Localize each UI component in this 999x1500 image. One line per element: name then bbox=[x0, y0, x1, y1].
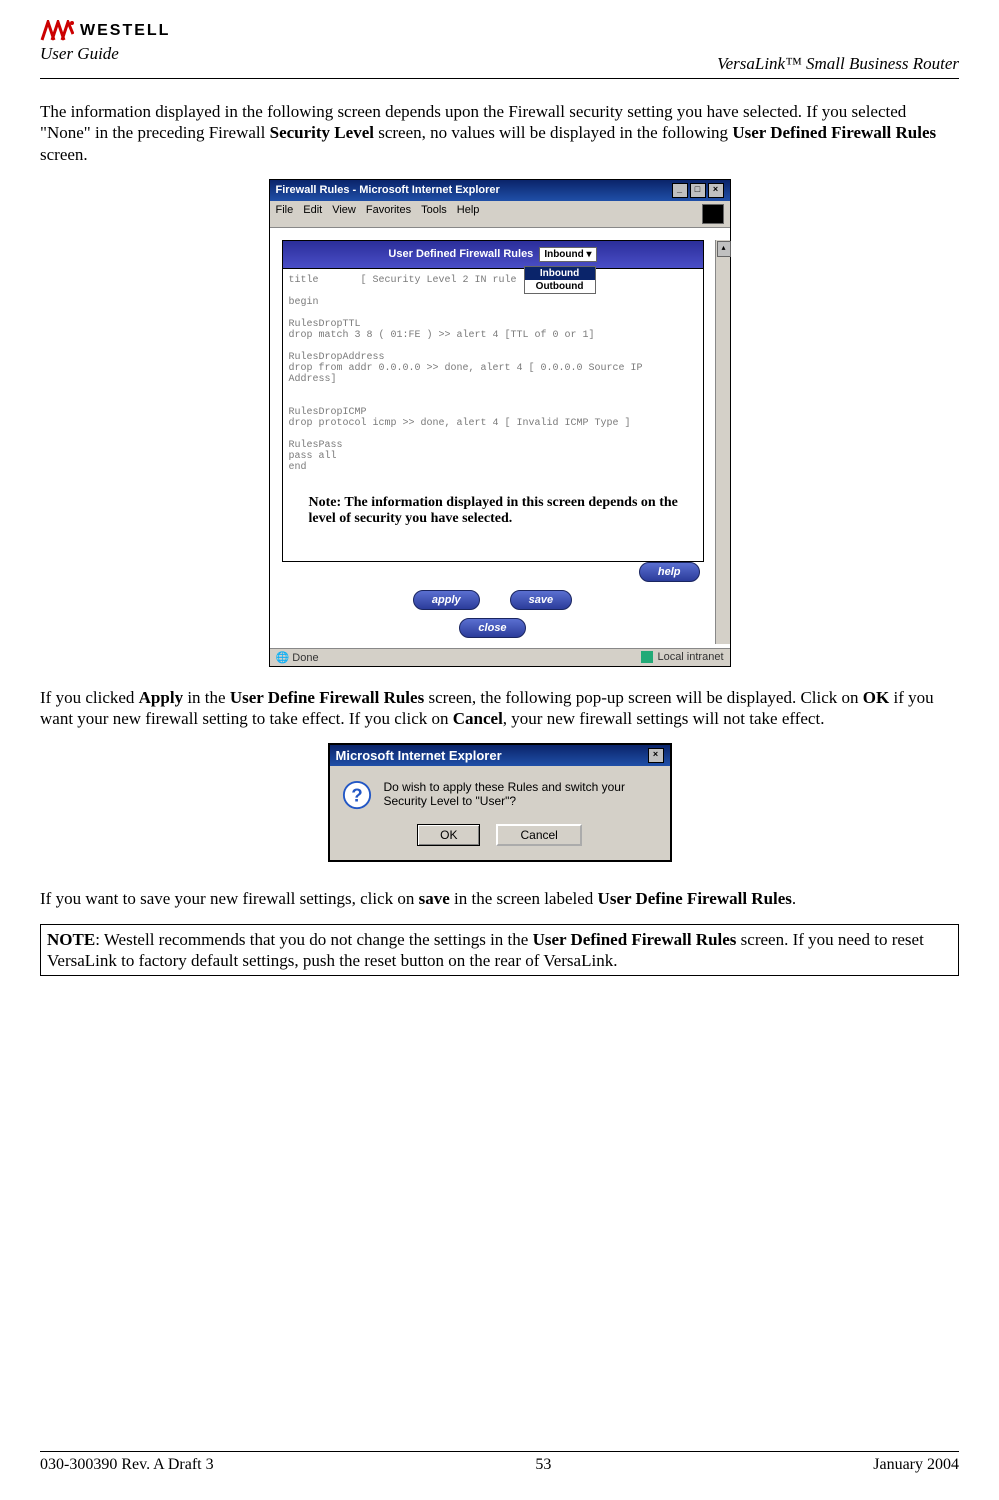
page-header: WESTELL User Guide VersaLink™ Small Busi… bbox=[40, 20, 959, 79]
close-icon[interactable]: × bbox=[708, 183, 724, 198]
window-title: Firewall Rules - Microsoft Internet Expl… bbox=[276, 184, 500, 196]
status-bar: 🌐 Done Local intranet bbox=[270, 648, 730, 666]
save-paragraph: If you want to save your new firewall se… bbox=[40, 888, 959, 909]
rules-textarea[interactable]: title [ Security Level 2 IN rule begin R… bbox=[282, 269, 704, 562]
direction-value: Inbound bbox=[544, 249, 583, 260]
product-title: VersaLink™ Small Business Router bbox=[717, 54, 959, 74]
footer-left: 030-300390 Rev. A Draft 3 bbox=[40, 1456, 214, 1474]
text: , your new firewall settings will not ta… bbox=[503, 709, 825, 728]
menu-file[interactable]: File bbox=[276, 204, 294, 224]
text-bold: User Define Firewall Rules bbox=[230, 688, 424, 707]
close-button[interactable]: close bbox=[459, 618, 525, 638]
cancel-button[interactable]: Cancel bbox=[496, 824, 581, 846]
panel-title-text: User Defined Firewall Rules bbox=[388, 248, 533, 260]
text-bold: Security Level bbox=[270, 123, 374, 142]
text: in the bbox=[183, 688, 230, 707]
maximize-icon[interactable]: □ bbox=[690, 183, 706, 198]
svg-text:?: ? bbox=[351, 785, 362, 806]
panel-heading: User Defined Firewall Rules Inbound ▾ In… bbox=[282, 240, 704, 269]
status-left-text: Done bbox=[292, 652, 318, 664]
intro-paragraph: The information displayed in the followi… bbox=[40, 101, 959, 165]
brand-logo: WESTELL bbox=[40, 20, 170, 42]
text-bold: User Defined Firewall Rules bbox=[732, 123, 936, 142]
note-label: NOTE bbox=[47, 930, 95, 949]
direction-dropdown[interactable]: Inbound Outbound bbox=[524, 266, 596, 294]
menu-help[interactable]: Help bbox=[457, 204, 480, 224]
dialog-message: Do wish to apply these Rules and switch … bbox=[384, 780, 658, 808]
window-titlebar: Firewall Rules - Microsoft Internet Expl… bbox=[270, 180, 730, 201]
text-bold: Apply bbox=[139, 688, 183, 707]
text-bold: Cancel bbox=[453, 709, 503, 728]
ie-logo-icon bbox=[702, 204, 724, 224]
ok-button[interactable]: OK bbox=[417, 824, 480, 846]
note-overlay: Note: The information displayed in this … bbox=[309, 495, 697, 527]
dialog-titlebar: Microsoft Internet Explorer × bbox=[330, 745, 670, 766]
footer-page-number: 53 bbox=[535, 1456, 551, 1474]
direction-option-outbound[interactable]: Outbound bbox=[525, 280, 595, 293]
zone-text: Local intranet bbox=[657, 651, 723, 663]
text: in the screen labeled bbox=[450, 889, 598, 908]
apply-button[interactable]: Apply bbox=[413, 590, 480, 610]
save-button[interactable]: save bbox=[510, 590, 572, 610]
question-icon: ? bbox=[342, 780, 372, 810]
text: screen, no values will be displayed in t… bbox=[374, 123, 732, 142]
minimize-icon[interactable]: _ bbox=[672, 183, 688, 198]
page-footer: 030-300390 Rev. A Draft 3 53 January 200… bbox=[40, 1451, 959, 1474]
text-bold: save bbox=[419, 889, 450, 908]
dialog-title: Microsoft Internet Explorer bbox=[336, 748, 502, 763]
brand-name: WESTELL bbox=[80, 22, 170, 40]
zone-icon bbox=[641, 651, 653, 663]
text-bold: OK bbox=[863, 688, 889, 707]
menu-favorites[interactable]: Favorites bbox=[366, 204, 411, 224]
menu-bar: File Edit View Favorites Tools Help bbox=[270, 201, 730, 228]
text: If you want to save your new firewall se… bbox=[40, 889, 419, 908]
screenshot-confirm-dialog: Microsoft Internet Explorer × ? Do wish … bbox=[328, 743, 672, 862]
text: screen, the following pop-up screen will… bbox=[424, 688, 863, 707]
menu-view[interactable]: View bbox=[332, 204, 356, 224]
text: : Westell recommends that you do not cha… bbox=[95, 930, 532, 949]
note-box: NOTE: Westell recommends that you do not… bbox=[40, 924, 959, 977]
footer-right: January 2004 bbox=[873, 1456, 959, 1474]
text: If you clicked bbox=[40, 688, 139, 707]
menu-edit[interactable]: Edit bbox=[303, 204, 322, 224]
text: . bbox=[792, 889, 796, 908]
screenshot-firewall-rules: Firewall Rules - Microsoft Internet Expl… bbox=[269, 179, 731, 667]
text-bold: User Define Firewall Rules bbox=[598, 889, 792, 908]
scrollbar-vertical[interactable]: ▴ bbox=[715, 240, 730, 644]
dialog-close-icon[interactable]: × bbox=[648, 748, 664, 763]
text: screen. bbox=[40, 145, 88, 164]
menu-tools[interactable]: Tools bbox=[421, 204, 447, 224]
text-bold: User Defined Firewall Rules bbox=[533, 930, 737, 949]
direction-select[interactable]: Inbound ▾ Inbound Outbound bbox=[539, 247, 596, 262]
rules-text: title [ Security Level 2 IN rule begin R… bbox=[289, 275, 643, 473]
doc-subtitle: User Guide bbox=[40, 44, 170, 64]
scroll-up-icon[interactable]: ▴ bbox=[717, 241, 731, 257]
logo-glyph-icon bbox=[40, 20, 74, 42]
status-text: 🌐 Done bbox=[276, 651, 319, 664]
help-button[interactable]: help bbox=[639, 562, 700, 582]
apply-paragraph: If you clicked Apply in the User Define … bbox=[40, 687, 959, 730]
direction-option-inbound[interactable]: Inbound bbox=[525, 267, 595, 280]
